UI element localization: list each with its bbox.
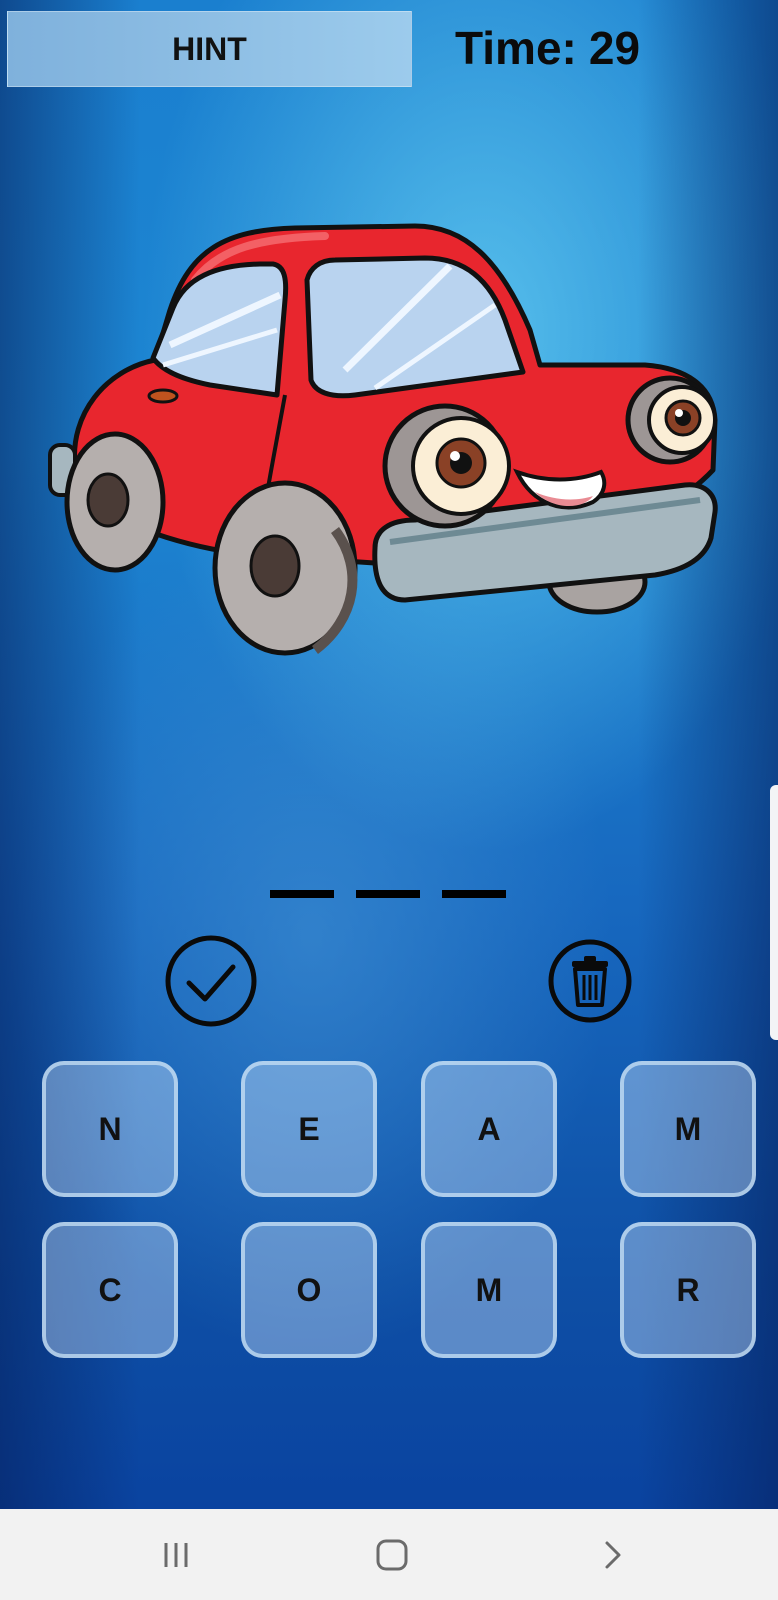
car-image xyxy=(48,223,718,656)
letter-tile[interactable]: E xyxy=(241,1061,377,1197)
letter-tile[interactable]: N xyxy=(42,1061,178,1197)
timer: Time: 29 xyxy=(455,18,640,78)
letter-tile[interactable]: R xyxy=(620,1222,756,1358)
letter-tile[interactable]: C xyxy=(42,1222,178,1358)
back-icon xyxy=(605,1541,621,1569)
answer-slot[interactable] xyxy=(270,890,334,898)
answer-slot[interactable] xyxy=(442,890,506,898)
hint-button[interactable]: HINT xyxy=(7,11,412,87)
navigation-bar xyxy=(0,1509,778,1600)
recent-apps-icon xyxy=(164,1543,188,1567)
recent-apps-button[interactable] xyxy=(148,1527,204,1583)
timer-label: Time: xyxy=(455,22,577,74)
edge-panel-handle[interactable] xyxy=(770,785,778,1040)
checkmark-circle-icon xyxy=(165,935,257,1027)
letter-tile[interactable]: M xyxy=(421,1222,557,1358)
letter-tile[interactable]: M xyxy=(620,1061,756,1197)
home-icon xyxy=(376,1539,408,1571)
letter-tile[interactable]: O xyxy=(241,1222,377,1358)
answer-slots xyxy=(270,890,506,898)
back-button[interactable] xyxy=(584,1527,640,1583)
answer-slot[interactable] xyxy=(356,890,420,898)
letter-tile[interactable]: A xyxy=(421,1061,557,1197)
home-button[interactable] xyxy=(364,1527,420,1583)
delete-button[interactable] xyxy=(546,937,634,1025)
submit-button[interactable] xyxy=(163,933,259,1029)
timer-value: 29 xyxy=(588,22,641,74)
trash-circle-icon xyxy=(548,939,632,1023)
game-area: HINT Time: 29 N E A M C O M R xyxy=(0,0,778,1509)
